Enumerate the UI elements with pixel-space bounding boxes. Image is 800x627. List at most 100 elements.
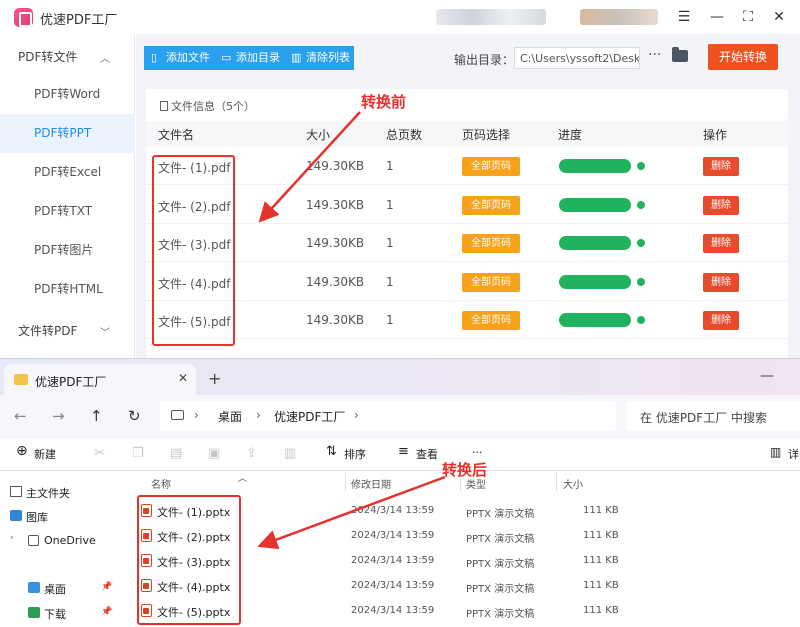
col-modified[interactable]: 修改日期 (351, 476, 391, 491)
menu-icon[interactable]: ☰ (675, 8, 693, 26)
nav-onedrive[interactable]: OneDrive (44, 534, 96, 547)
sort-button[interactable]: 排序 (344, 446, 366, 462)
address-bar[interactable]: › 桌面 › 优速PDF工厂 › (160, 401, 616, 431)
delete-button[interactable]: 删除 (703, 311, 739, 330)
share-icon[interactable]: ⇪ (246, 446, 257, 461)
pin-icon[interactable]: 📌 (101, 582, 112, 592)
details-button[interactable]: 详 (788, 446, 799, 462)
clear-list-button[interactable]: ▥ 清除列表 (284, 46, 354, 70)
file-size: 111 KB (583, 555, 619, 566)
file-type: PPTX 演示文稿 (466, 534, 535, 545)
more-button[interactable]: ··· (472, 446, 483, 459)
paste-icon[interactable]: ▤ (170, 446, 182, 461)
add-file-button[interactable]: ▯ 添加文件 (144, 46, 214, 70)
rename-icon[interactable]: ▣ (208, 446, 220, 461)
delete-button[interactable]: 删除 (703, 234, 739, 253)
sidebar-item-pdf-excel[interactable]: PDF转Excel (0, 153, 135, 192)
column-divider[interactable] (345, 473, 346, 491)
close-tab-icon[interactable]: ✕ (178, 371, 188, 385)
table-row: 文件- (3).pdf 149.30KB 1 全部页码 删除 (146, 224, 788, 262)
explorer-toolbar: ⊕ 新建 ✂ ❐ ▤ ▣ ⇪ ▥ ⇅ 排序 ≡ 查看 ··· ▥ 详 (0, 439, 800, 471)
col-page-select: 页码选择 (462, 128, 511, 142)
col-size: 大小 (306, 128, 331, 142)
sidebar-group-pdf-to-file[interactable]: PDF转文件 (18, 48, 77, 65)
column-divider[interactable] (556, 473, 557, 491)
page-select-button[interactable]: 全部页码 (462, 234, 520, 253)
explorer-window: 优速PDF工厂 ✕ + — ← → ↑ ↻ › 桌面 › 优速PDF工厂 › 在… (0, 358, 800, 627)
blurred-avatar (580, 9, 658, 25)
page-select-button[interactable]: 全部页码 (462, 272, 520, 292)
page-select-button[interactable]: 全部页码 (462, 195, 520, 215)
progress-bar (559, 274, 631, 289)
more-icon[interactable]: ··· (648, 47, 661, 63)
delete-button[interactable]: 删除 (703, 157, 739, 176)
blurred-user-info (436, 9, 546, 25)
file-size: 149.30KB (306, 274, 365, 289)
success-icon (637, 200, 645, 209)
page-count: 1 (386, 313, 394, 327)
success-icon (637, 316, 645, 324)
trash-icon: ▥ (291, 51, 302, 64)
table-row: 文件- (4).pdf 149.30KB 1 全部页码 删除 (146, 263, 788, 301)
arrow-left-icon[interactable]: ← (14, 407, 27, 425)
refresh-icon[interactable]: ↻ (128, 407, 141, 425)
sidebar-item-pdf-ppt[interactable]: PDF转PPT (0, 114, 135, 153)
sidebar-item-pdf-image[interactable]: PDF转图片 (0, 231, 135, 270)
file-modified: 2024/3/14 13:59 (351, 605, 435, 616)
explorer-tab[interactable]: 优速PDF工厂 ✕ (4, 364, 196, 395)
view-icon[interactable]: ≡ (398, 444, 409, 459)
sort-icon[interactable]: ⇅ (326, 444, 337, 459)
maximize-icon[interactable]: ⛶ (739, 8, 757, 26)
col-size[interactable]: 大小 (563, 476, 583, 491)
delete-button[interactable]: 删除 (703, 272, 739, 292)
minimize-icon[interactable]: — (760, 368, 774, 384)
col-name[interactable]: 名称 (151, 476, 171, 491)
arrow-right-icon[interactable]: → (52, 407, 65, 425)
view-button[interactable]: 查看 (416, 446, 438, 462)
delete-icon[interactable]: ▥ (284, 446, 296, 461)
plus-icon[interactable]: ⊕ (16, 443, 28, 459)
search-input[interactable]: 在 优速PDF工厂 中搜索 (626, 401, 800, 431)
close-icon[interactable]: ✕ (770, 8, 788, 26)
sidebar-item-pdf-html[interactable]: PDF转HTML (0, 270, 135, 309)
minimize-icon[interactable]: — (708, 8, 726, 26)
nav-desktop[interactable]: 桌面 (44, 581, 66, 597)
breadcrumb-folder[interactable]: 优速PDF工厂 (274, 408, 345, 425)
file-size: 111 KB (583, 530, 619, 541)
new-tab-icon[interactable]: + (208, 369, 221, 388)
chevron-up-icon[interactable]: ︿ (100, 50, 110, 65)
pin-icon[interactable]: 📌 (101, 607, 112, 617)
pdf-factory-window: 优速PDF工厂 ☰ — ⛶ ✕ PDF转文件 ︿ PDF转Word PDF转PP… (0, 0, 800, 358)
start-convert-button[interactable]: 开始转换 (708, 44, 778, 70)
sidebar-group-file-to-pdf[interactable]: 文件转PDF (18, 322, 77, 339)
progress-bar (559, 197, 631, 212)
clear-list-label: 清除列表 (306, 51, 350, 64)
sidebar-item-pdf-word[interactable]: PDF转Word (0, 75, 135, 114)
open-folder-icon[interactable] (672, 47, 688, 62)
arrow-up-icon[interactable]: ↑ (90, 407, 103, 425)
nav-home[interactable]: 主文件夹 (26, 485, 70, 501)
page-count: 1 (386, 274, 394, 289)
col-progress: 进度 (558, 128, 583, 142)
after-highlight-box (137, 495, 241, 625)
page-count: 1 (386, 236, 394, 250)
nav-downloads[interactable]: 下载 (44, 606, 66, 622)
output-path-field[interactable]: C:\Users\yssoft2\Deskt (514, 47, 640, 69)
breadcrumb-desktop[interactable]: 桌面 (218, 408, 242, 425)
sidebar-item-pdf-txt[interactable]: PDF转TXT (0, 192, 135, 231)
page-select-button[interactable]: 全部页码 (462, 311, 520, 330)
chevron-right-icon[interactable]: › (10, 533, 14, 543)
copy-icon[interactable]: ❐ (132, 446, 144, 461)
page-select-button[interactable]: 全部页码 (462, 157, 520, 176)
add-dir-button[interactable]: ▭ 添加目录 (214, 46, 284, 70)
cut-icon[interactable]: ✂ (94, 446, 105, 461)
folder-icon (14, 374, 28, 385)
col-pages: 总页数 (386, 128, 423, 142)
nav-gallery[interactable]: 图库 (26, 509, 48, 525)
new-button[interactable]: 新建 (34, 446, 56, 462)
chevron-down-icon[interactable]: ﹀ (100, 324, 110, 339)
details-pane-icon[interactable]: ▥ (770, 445, 781, 459)
delete-button[interactable]: 删除 (703, 195, 739, 215)
table-row: 文件- (1).pdf 149.30KB 1 全部页码 删除 (146, 147, 788, 185)
output-dir-label: 输出目录： (454, 53, 515, 67)
